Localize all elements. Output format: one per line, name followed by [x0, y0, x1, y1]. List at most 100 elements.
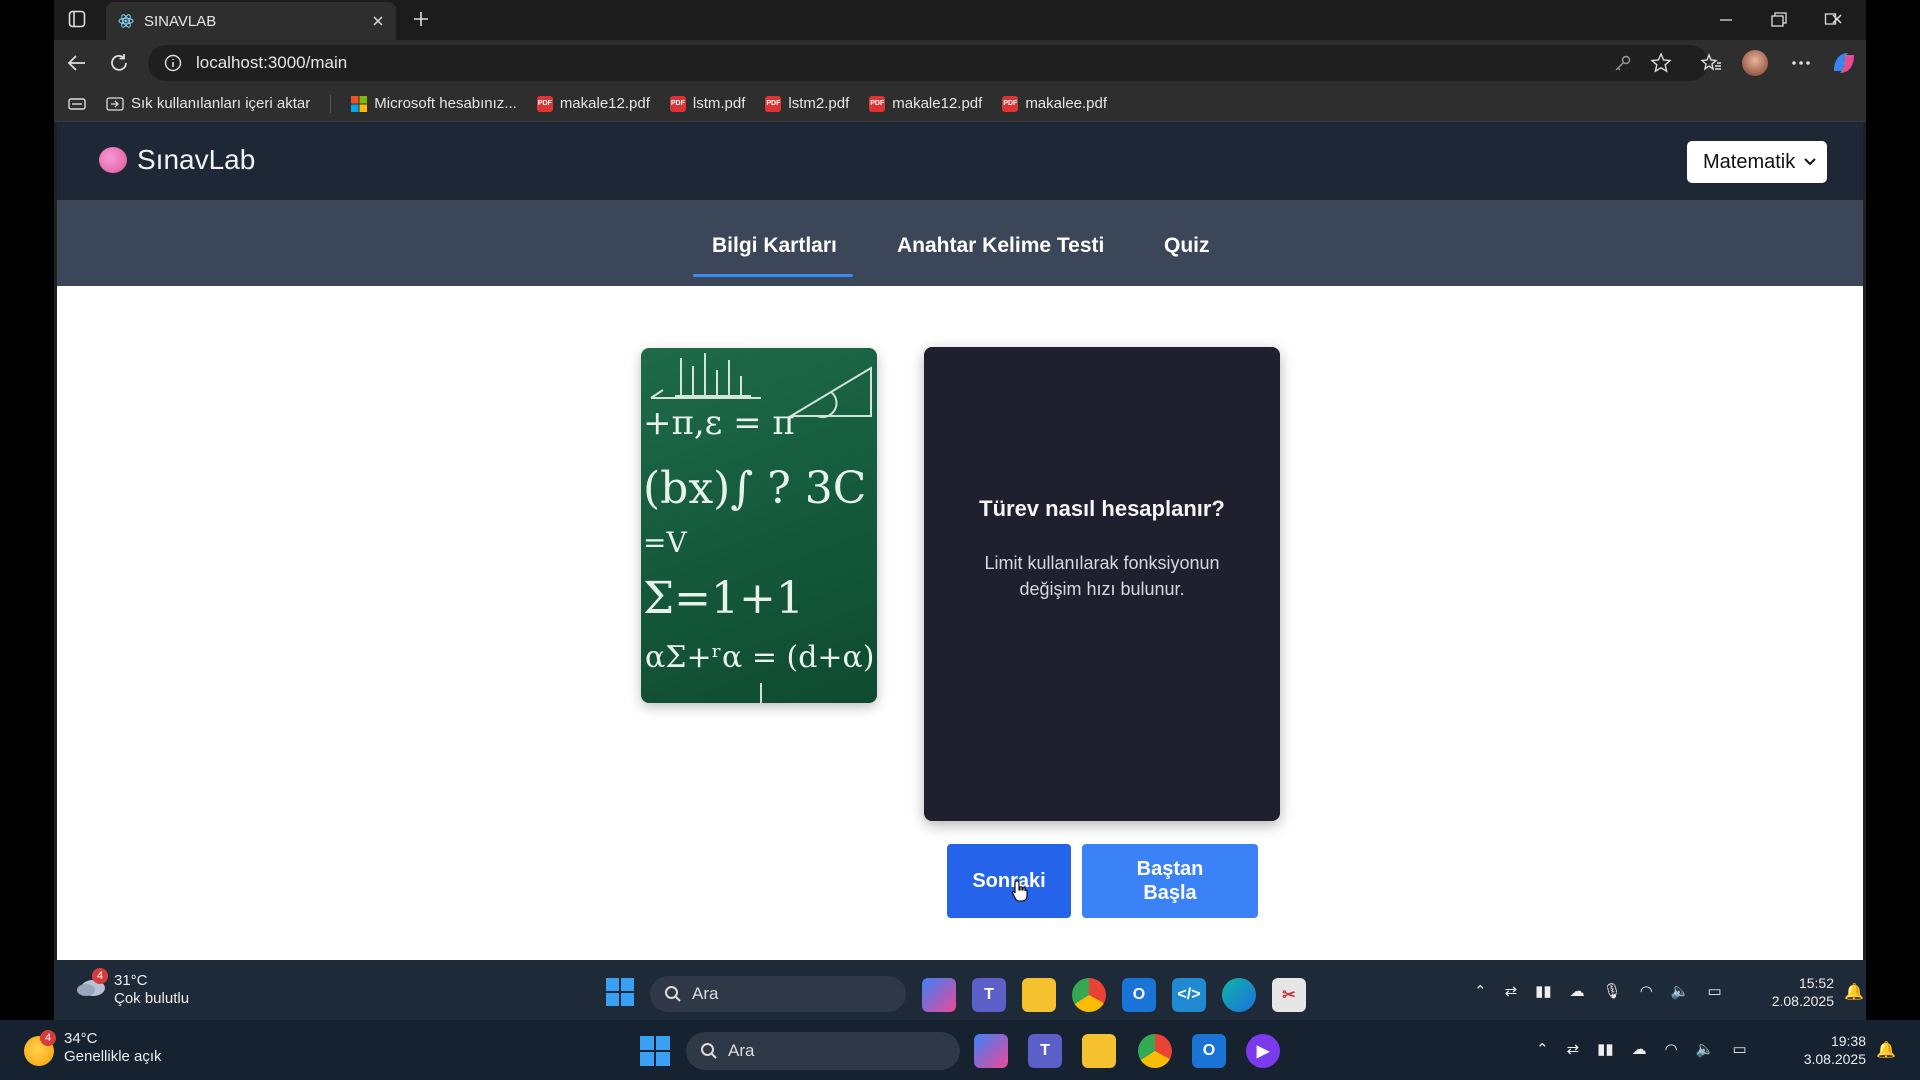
tab-sidebar-icon[interactable] [68, 97, 86, 111]
close-window-icon[interactable] [1824, 11, 1842, 29]
chevron-down-icon [1803, 157, 1817, 167]
new-tab-icon[interactable] [412, 10, 430, 28]
tab-strip: SINAVLAB [54, 0, 1866, 40]
transfer-icon[interactable]: ⇄ [1505, 982, 1518, 1000]
pdf-icon: PDF [536, 95, 553, 112]
subject-select[interactable]: Matematik [1687, 141, 1827, 183]
react-favicon-icon [118, 13, 134, 29]
file-explorer-icon[interactable] [1082, 1034, 1116, 1068]
volume-icon[interactable]: 🔈 [1671, 982, 1690, 1000]
file-explorer-icon[interactable] [1022, 978, 1056, 1012]
profile-avatar[interactable] [1742, 50, 1768, 76]
chevron-up-icon[interactable]: ⌃ [1474, 982, 1487, 1000]
chrome-icon[interactable] [1138, 1034, 1172, 1068]
battery-icon[interactable]: ▭ [1732, 1040, 1746, 1058]
subject-selected: Matematik [1703, 150, 1796, 173]
microphone-icon[interactable]: 🎙 [1603, 982, 1622, 1000]
weather-desc: Genellikle açık [64, 1048, 162, 1065]
clock-date: 3.08.2025 [1803, 1051, 1866, 1067]
notification-badge: 4 [40, 1030, 56, 1046]
wifi-icon[interactable]: ◠ [1640, 982, 1653, 1000]
pdf-icon: PDF [669, 95, 686, 112]
copilot-app-icon[interactable] [922, 978, 956, 1012]
tab-anahtar-kelime-testi[interactable]: Anahtar Kelime Testi [897, 234, 1104, 258]
favorite-star-icon[interactable] [1650, 52, 1672, 74]
flashcard[interactable]: Türev nasıl hesaplanır? Limit kullanılar… [924, 347, 1280, 821]
password-key-icon[interactable] [1614, 54, 1632, 72]
wifi-icon[interactable]: ◠ [1665, 1040, 1678, 1058]
microsoft-icon [351, 95, 368, 112]
bookmark-pdf[interactable]: PDF makalee.pdf [1002, 95, 1107, 112]
bookmark-label: makalee.pdf [1025, 95, 1108, 112]
web-page: SınavLab Matematik Bilgi Kartları Anahta… [57, 122, 1863, 960]
address-bar[interactable]: localhost:3000/main [148, 45, 1708, 81]
outlook-icon[interactable]: O [1122, 978, 1156, 1012]
copilot-icon[interactable] [1830, 49, 1858, 77]
media-player-icon[interactable]: ▶ [1246, 1034, 1280, 1068]
bookmark-label: lstm.pdf [692, 95, 746, 112]
volume-icon[interactable]: 🔈 [1696, 1040, 1715, 1058]
taskbar-search[interactable]: Ara [686, 1032, 960, 1070]
outlook-icon[interactable]: O [1192, 1034, 1226, 1068]
onedrive-icon[interactable]: ☁ [1570, 982, 1585, 1000]
windows-start-icon[interactable] [640, 1036, 670, 1066]
teams-icon[interactable]: T [972, 978, 1006, 1012]
next-button[interactable]: Sonraki [947, 844, 1071, 918]
chrome-icon[interactable] [1072, 978, 1106, 1012]
bookmark-label: lstm2.pdf [788, 95, 850, 112]
bar-chart-icon[interactable]: ▮▮ [1597, 1040, 1614, 1058]
chalk-line: +π,ε = π [643, 403, 795, 443]
restart-button[interactable]: Baştan Başla [1082, 844, 1258, 918]
minimize-icon[interactable] [1718, 12, 1734, 28]
onedrive-icon[interactable]: ☁ [1632, 1040, 1647, 1058]
weather-widget[interactable]: 4 31°C Çok bulutlu [76, 968, 190, 1008]
weather-desc: Çok bulutlu [114, 990, 190, 1007]
pdf-icon: PDF [869, 95, 886, 112]
teams-icon[interactable]: T [1028, 1034, 1062, 1068]
notifications-bell-icon[interactable]: 🔔 [1844, 982, 1864, 1002]
bookmark-pdf[interactable]: PDF makale12.pdf [869, 95, 982, 112]
pdf-icon: PDF [1002, 95, 1019, 112]
tab-title: SINAVLAB [144, 12, 217, 30]
close-tab-icon[interactable] [372, 15, 384, 27]
bookmark-label: Microsoft hesabınız... [374, 95, 517, 112]
brand-name: SınavLab [137, 144, 256, 175]
clock[interactable]: 19:38 3.08.2025 [1786, 1032, 1866, 1068]
chevron-up-icon[interactable]: ⌃ [1536, 1040, 1549, 1058]
refresh-icon[interactable] [108, 52, 130, 74]
bookmark-label: Sık kullanılanları içeri aktar [131, 95, 311, 112]
transfer-icon[interactable]: ⇄ [1567, 1040, 1580, 1058]
more-options-icon[interactable] [1790, 54, 1812, 72]
back-icon[interactable] [66, 52, 88, 74]
taskbar-search[interactable]: Ara [650, 976, 906, 1012]
bookmark-pdf[interactable]: PDF makale12.pdf [536, 95, 650, 112]
clock[interactable]: 15:52 2.08.2025 [1754, 974, 1834, 1010]
tab-sinavlab[interactable]: SINAVLAB [106, 2, 396, 40]
copilot-app-icon[interactable] [974, 1034, 1008, 1068]
notifications-bell-icon[interactable]: 🔔 [1876, 1040, 1896, 1060]
windows-start-icon[interactable] [606, 978, 634, 1006]
vscode-icon[interactable]: </> [1172, 978, 1206, 1012]
tab-actions-icon[interactable] [68, 10, 86, 28]
tab-quiz[interactable]: Quiz [1164, 234, 1210, 258]
snipping-tool-icon[interactable]: ✂ [1272, 978, 1306, 1012]
restore-icon[interactable] [1770, 11, 1788, 29]
bookmark-pdf[interactable]: PDF lstm2.pdf [765, 95, 849, 112]
edge-icon[interactable] [1222, 978, 1256, 1012]
browser-toolbar: localhost:3000/main [54, 40, 1866, 86]
weather-widget[interactable]: 4 34°C Genellikle açık [24, 1030, 162, 1066]
flashcard-question: Türev nasıl hesaplanır? [979, 496, 1225, 521]
brand-logo[interactable]: SınavLab [99, 144, 255, 176]
bookmark-import[interactable]: Sık kullanılanları içeri aktar [106, 95, 310, 112]
bar-chart-icon[interactable]: ▮▮ [1535, 982, 1552, 1000]
inner-taskbar: 4 31°C Çok bulutlu Ara T O </> ✂ ⌃ ⇄ ▮▮ … [54, 960, 1866, 1020]
bookmark-pdf[interactable]: PDF lstm.pdf [669, 95, 746, 112]
site-info-icon[interactable] [164, 54, 182, 72]
tab-bilgi-kartlari[interactable]: Bilgi Kartları [712, 234, 837, 258]
active-tab-indicator [693, 274, 853, 277]
favorites-list-icon[interactable] [1700, 52, 1722, 74]
clock-date: 2.08.2025 [1771, 993, 1834, 1009]
battery-icon[interactable]: ▭ [1708, 982, 1722, 1000]
bookmark-microsoft[interactable]: Microsoft hesabınız... [351, 95, 517, 112]
clock-time: 19:38 [1830, 1033, 1866, 1049]
